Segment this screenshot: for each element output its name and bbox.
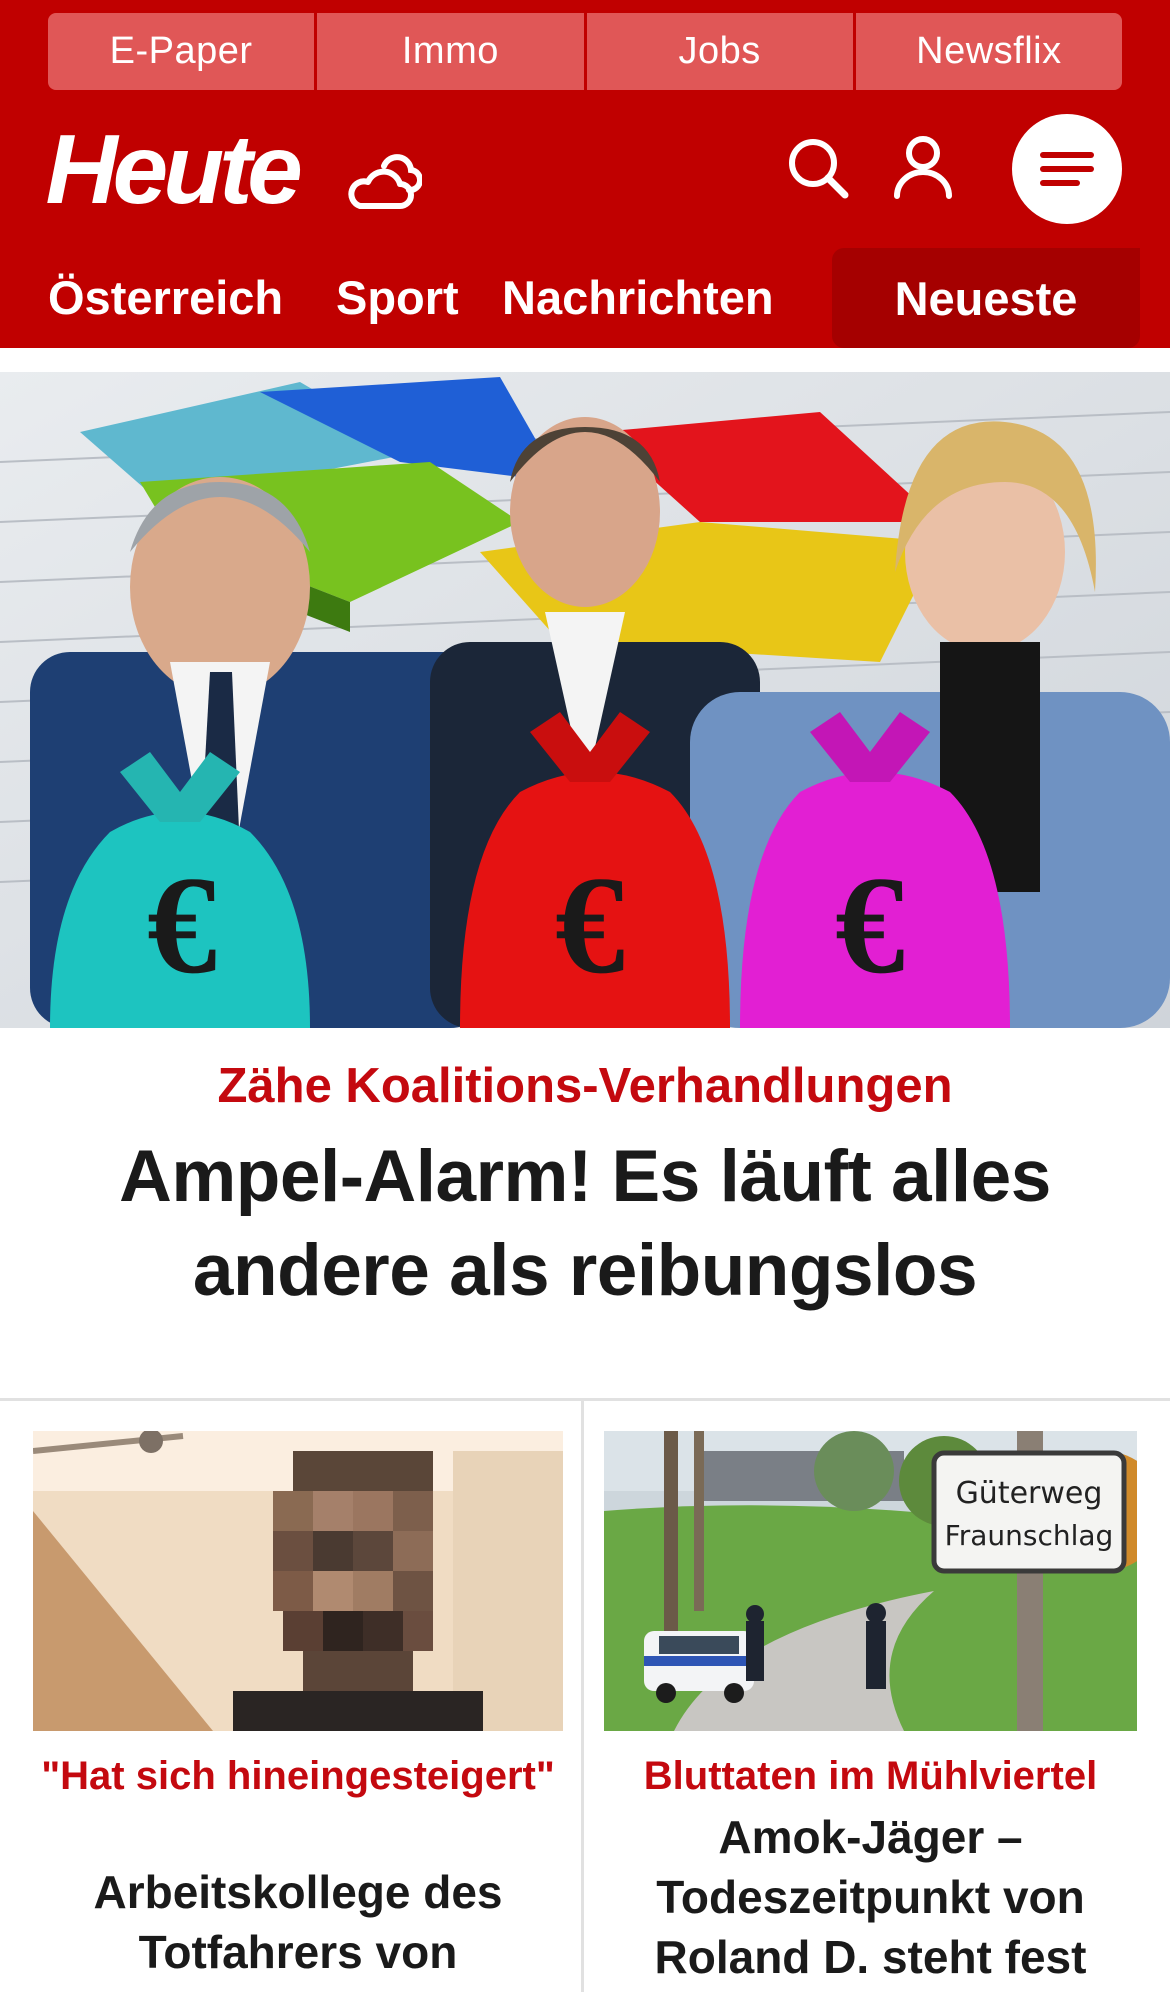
teaser-title-right[interactable]: Amok-Jäger – Todeszeitpunkt von Roland D…: [604, 1807, 1137, 1987]
teaser-image-left[interactable]: [33, 1431, 563, 1731]
hero-headline[interactable]: Ampel-Alarm! Es läuft alles andere als r…: [60, 1130, 1110, 1318]
road-sign-line2: Fraunschlag: [945, 1519, 1114, 1552]
quicklink-jobs[interactable]: Jobs: [586, 13, 853, 90]
police-photo: Güterweg Fraunschlag: [604, 1431, 1137, 1731]
quicklinks-bar: E-Paper Immo Jobs Newsflix: [48, 13, 1122, 90]
nav-item-sport[interactable]: Sport: [336, 268, 459, 328]
user-icon[interactable]: [892, 134, 954, 200]
section-divider: [0, 1398, 1170, 1401]
teaser-kicker-right[interactable]: Bluttaten im Mühlviertel: [604, 1748, 1137, 1805]
pixelated-photo: [33, 1431, 563, 1731]
svg-text:€: €: [835, 848, 905, 1003]
road-sign-line1: Güterweg: [956, 1476, 1103, 1511]
site-header: E-Paper Immo Jobs Newsflix Heute Österre…: [0, 0, 1170, 348]
quicklink-newsflix[interactable]: Newsflix: [855, 13, 1122, 90]
teaser-image-right[interactable]: Güterweg Fraunschlag: [604, 1431, 1137, 1731]
menu-button[interactable]: [1012, 114, 1122, 224]
svg-text:€: €: [147, 848, 217, 1003]
hero-kicker[interactable]: Zähe Koalitions-Verhandlungen: [0, 1054, 1170, 1118]
hero-image[interactable]: € € €: [0, 372, 1170, 1028]
teaser-title-left[interactable]: Arbeitskollege des Totfahrers von Mautha…: [33, 1862, 563, 1992]
cloud-sun-icon[interactable]: [344, 148, 422, 214]
quicklink-epaper[interactable]: E-Paper: [48, 13, 315, 90]
svg-text:€: €: [555, 848, 625, 1003]
column-divider: [581, 1400, 584, 1992]
main-nav: Österreich Sport Nachrichten Neueste: [0, 248, 1170, 348]
hamburger-menu-icon: [1040, 152, 1094, 186]
nav-item-nachrichten[interactable]: Nachrichten: [502, 268, 774, 328]
quicklink-immo[interactable]: Immo: [317, 13, 584, 90]
nav-item-oesterreich[interactable]: Österreich: [48, 268, 283, 328]
nav-item-neueste[interactable]: Neueste: [832, 248, 1140, 348]
search-icon[interactable]: [786, 136, 850, 200]
hero-illustration: € € €: [0, 372, 1170, 1028]
site-logo[interactable]: Heute: [46, 120, 303, 218]
teaser-kicker-left[interactable]: "Hat sich hineingesteigert": [33, 1748, 563, 1805]
